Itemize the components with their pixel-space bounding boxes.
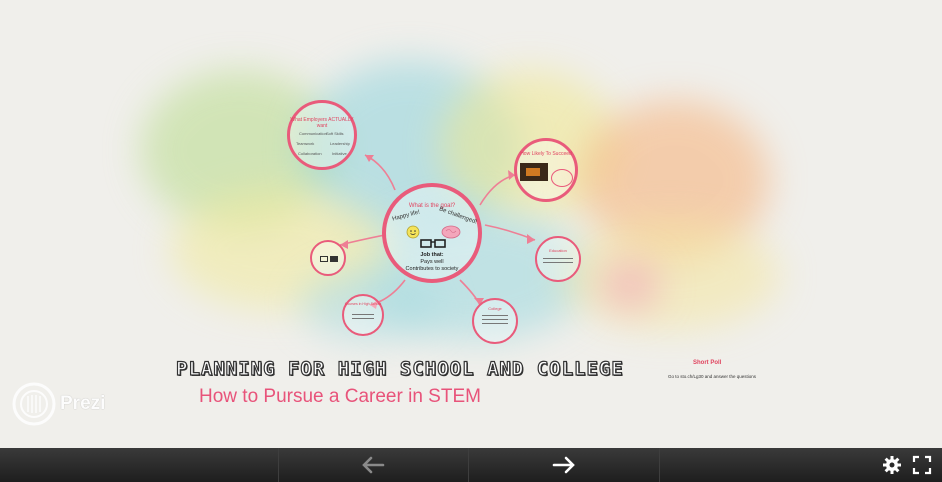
employers-circle[interactable]: What Employers ACTUALLY want Communicati… <box>287 100 357 170</box>
poll-title: Short Poll <box>693 360 722 366</box>
presentation-toolbar <box>0 448 942 482</box>
how-likely-circle[interactable]: How Likely To Succeed <box>514 138 578 202</box>
employers-item: Teamwork <box>296 141 315 146</box>
gear-icon <box>883 456 901 474</box>
previous-button[interactable] <box>278 448 468 482</box>
high-school-circle[interactable]: Courses in High School <box>342 294 384 336</box>
arrow-left-icon <box>362 456 385 474</box>
education-circle[interactable]: Education <box>535 236 581 282</box>
goal-title: What is the goal? <box>408 203 456 209</box>
goal-pays: Pays well <box>420 259 444 265</box>
employers-item: Communication <box>299 131 327 136</box>
settings-button[interactable] <box>878 448 906 482</box>
prezi-logo-icon <box>12 382 56 426</box>
fullscreen-icon <box>912 455 932 475</box>
smiley-icon <box>406 225 420 239</box>
how-likely-title: How Likely To Succeed <box>520 151 572 157</box>
prezi-canvas[interactable]: What Employers ACTUALLY want Communicati… <box>0 0 942 449</box>
goal-job: Job that: <box>420 252 444 258</box>
employers-item: Collaboration <box>298 151 322 156</box>
poll-text: Go to sto.ch/Lg30 and answer the questio… <box>668 374 757 379</box>
employers-item: Initiative <box>332 151 347 156</box>
employers-title: What Employers ACTUALLY want <box>290 117 354 129</box>
education-title: Education <box>549 248 567 253</box>
goal-contrib: Contributes to society <box>405 266 459 272</box>
college-circle[interactable]: College <box>472 298 518 344</box>
employers-item: Soft Skills <box>326 131 344 136</box>
goal-circle[interactable]: What is the goal? Happy life! Be challen… <box>382 183 482 283</box>
tools-circle[interactable] <box>310 240 346 276</box>
video-thumbnail[interactable] <box>520 163 548 181</box>
college-title: College <box>488 306 502 311</box>
prezi-logo-text: Prezi <box>60 393 106 414</box>
presentation-title: PLANNING FOR HIGH SCHOOL AND COLLEGE <box>175 357 624 380</box>
goal-challenged: Be challenged! <box>438 206 478 226</box>
arrow-right-icon <box>552 456 575 474</box>
high-school-title: Courses in High School <box>344 302 382 306</box>
device-icon <box>320 256 328 262</box>
presentation-subtitle: How to Pursue a Career in STEM <box>199 386 481 407</box>
glasses-icon <box>420 239 446 248</box>
laptop-icon <box>330 256 338 262</box>
next-button[interactable] <box>469 448 659 482</box>
prezi-logo: Prezi <box>12 382 105 426</box>
fullscreen-button[interactable] <box>908 448 936 482</box>
employers-item: Leadership <box>330 141 350 146</box>
brain-icon <box>441 225 461 239</box>
mini-circle <box>551 169 573 187</box>
goal-happy: Happy life! <box>391 209 421 223</box>
